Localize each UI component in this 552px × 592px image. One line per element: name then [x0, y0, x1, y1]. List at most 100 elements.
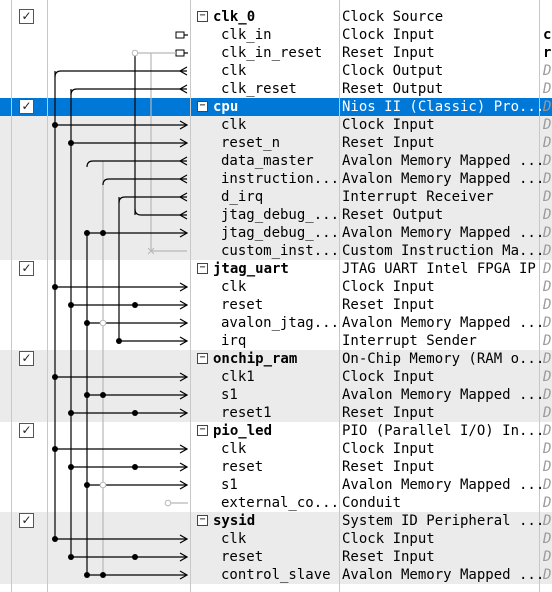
- component-row[interactable]: ✓−jtag_uartJTAG UART Intel FPGA IPD: [0, 260, 552, 278]
- export-cell[interactable]: D: [543, 116, 551, 134]
- interface-row[interactable]: clk Clock Input D: [0, 278, 552, 296]
- interface-row[interactable]: clkClock InputD: [0, 116, 552, 134]
- use-checkbox[interactable]: ✓: [19, 351, 34, 366]
- interface-row[interactable]: clk_in_resetReset Inputr: [0, 44, 552, 62]
- export-cell[interactable]: D: [543, 314, 551, 332]
- use-checkbox[interactable]: ✓: [19, 9, 34, 24]
- interface-row[interactable]: reset1Reset InputD: [0, 404, 552, 422]
- description-cell: Reset Output: [342, 80, 443, 98]
- interface-row[interactable]: jtag_debug_...Avalon Memory Mapped ...D: [0, 224, 552, 242]
- export-cell[interactable]: D: [543, 548, 551, 566]
- description-cell: PIO (Parallel I/O) In...: [342, 422, 544, 440]
- collapse-icon[interactable]: −: [197, 515, 208, 526]
- interface-row[interactable]: jtag_debug_...Reset OutputD: [0, 206, 552, 224]
- use-checkbox[interactable]: ✓: [19, 423, 34, 438]
- component-row[interactable]: ✓ −onchip_ram On-Chip Memory (RAM o...D: [0, 350, 552, 368]
- export-cell[interactable]: D: [543, 422, 551, 440]
- collapse-icon[interactable]: −: [197, 425, 208, 436]
- collapse-icon[interactable]: −: [197, 11, 208, 22]
- export-cell[interactable]: D: [543, 278, 551, 296]
- export-cell[interactable]: D: [543, 440, 551, 458]
- interface-row[interactable]: resetReset InputD: [0, 458, 552, 476]
- description-cell: Reset Input: [342, 44, 435, 62]
- component-row[interactable]: ✓ −clk_0 Clock Source: [0, 8, 552, 26]
- component-name: onchip_ram: [213, 350, 297, 368]
- export-cell[interactable]: D: [543, 368, 551, 386]
- interface-name: s1: [221, 476, 238, 494]
- use-checkbox[interactable]: ✓: [19, 513, 34, 528]
- interface-name: jtag_debug_...: [221, 206, 339, 224]
- interface-row[interactable]: irqInterrupt SenderD: [0, 332, 552, 350]
- description-cell: Clock Input: [342, 26, 435, 44]
- component-row[interactable]: ✓−pio_ledPIO (Parallel I/O) In...D: [0, 422, 552, 440]
- interface-row[interactable]: control_slaveAvalon Memory Mapped ...D: [0, 566, 552, 584]
- interface-row[interactable]: clkClock OutputD: [0, 62, 552, 80]
- interface-row[interactable]: instruction...Avalon Memory Mapped ...D: [0, 170, 552, 188]
- export-cell[interactable]: D: [543, 134, 551, 152]
- interface-row[interactable]: clk_inClock Inputc: [0, 26, 552, 44]
- description-cell: Avalon Memory Mapped ...: [342, 170, 544, 188]
- export-cell[interactable]: D: [543, 476, 551, 494]
- export-cell[interactable]: r: [543, 44, 551, 62]
- export-cell[interactable]: D: [543, 188, 551, 206]
- interface-name: clk1: [221, 368, 255, 386]
- interface-row[interactable]: s1Avalon Memory Mapped ...D: [0, 476, 552, 494]
- export-cell[interactable]: c: [543, 26, 551, 44]
- interface-row[interactable]: resetReset InputD: [0, 548, 552, 566]
- interface-row[interactable]: resetReset InputD: [0, 296, 552, 314]
- collapse-icon[interactable]: −: [197, 353, 208, 364]
- export-cell[interactable]: D: [543, 566, 551, 584]
- interface-name: clk: [221, 278, 246, 296]
- interface-row[interactable]: reset_nReset InputD: [0, 134, 552, 152]
- use-checkbox[interactable]: ✓: [19, 261, 34, 276]
- export-cell[interactable]: D: [543, 224, 551, 242]
- export-cell[interactable]: D: [543, 152, 551, 170]
- description-cell: Avalon Memory Mapped ...: [342, 224, 544, 242]
- interface-name: clk: [221, 440, 246, 458]
- collapse-icon[interactable]: −: [197, 101, 208, 112]
- use-checkbox[interactable]: ✓: [19, 99, 34, 114]
- interface-row[interactable]: clkClock InputD: [0, 440, 552, 458]
- export-cell[interactable]: D: [543, 170, 551, 188]
- export-cell[interactable]: D: [543, 296, 551, 314]
- interface-row[interactable]: clk1Clock InputD: [0, 368, 552, 386]
- component-row[interactable]: ✓−sysidSystem ID Peripheral ...D: [0, 512, 552, 530]
- collapse-icon[interactable]: −: [197, 263, 208, 274]
- description-cell: Clock Source: [342, 8, 443, 26]
- description-cell: Reset Input: [342, 296, 435, 314]
- export-cell[interactable]: D: [543, 332, 551, 350]
- component-name: sysid: [213, 512, 255, 530]
- export-cell[interactable]: D: [543, 260, 551, 278]
- export-cell[interactable]: D: [543, 206, 551, 224]
- interface-row[interactable]: external_co...ConduitD: [0, 494, 552, 512]
- interface-row[interactable]: data_masterAvalon Memory Mapped ...D: [0, 152, 552, 170]
- description-cell: Reset Input: [342, 404, 435, 422]
- component-row[interactable]: ✓−cpuNios II (Classic) Pro...D: [0, 98, 552, 116]
- description-cell: On-Chip Memory (RAM o...: [342, 350, 544, 368]
- description-cell: Conduit: [342, 494, 401, 512]
- interface-row[interactable]: clkClock InputD: [0, 530, 552, 548]
- export-cell[interactable]: D: [543, 530, 551, 548]
- export-cell[interactable]: D: [543, 386, 551, 404]
- export-cell[interactable]: D: [543, 512, 551, 530]
- export-cell[interactable]: D: [543, 98, 551, 116]
- interface-name: reset: [221, 548, 263, 566]
- interface-row[interactable]: custom_inst...Custom Instruction Ma...D: [0, 242, 552, 260]
- interface-row[interactable]: s1Avalon Memory Mapped ...D: [0, 386, 552, 404]
- export-cell[interactable]: D: [543, 62, 551, 80]
- description-cell: Clock Input: [342, 278, 435, 296]
- export-cell[interactable]: D: [543, 458, 551, 476]
- interface-row[interactable]: clk_resetReset OutputD: [0, 80, 552, 98]
- export-cell[interactable]: D: [543, 404, 551, 422]
- export-cell[interactable]: D: [543, 242, 551, 260]
- interface-name: custom_inst...: [221, 242, 339, 260]
- export-cell[interactable]: D: [543, 80, 551, 98]
- component-name: clk_0: [213, 8, 255, 26]
- interface-name: control_slave: [221, 566, 331, 584]
- interface-row[interactable]: avalon_jtag...Avalon Memory Mapped ...D: [0, 314, 552, 332]
- interface-name: irq: [221, 332, 246, 350]
- export-cell[interactable]: D: [543, 350, 551, 368]
- interface-row[interactable]: d_irqInterrupt ReceiverD: [0, 188, 552, 206]
- export-cell[interactable]: D: [543, 494, 551, 512]
- description-cell: JTAG UART Intel FPGA IP: [342, 260, 536, 278]
